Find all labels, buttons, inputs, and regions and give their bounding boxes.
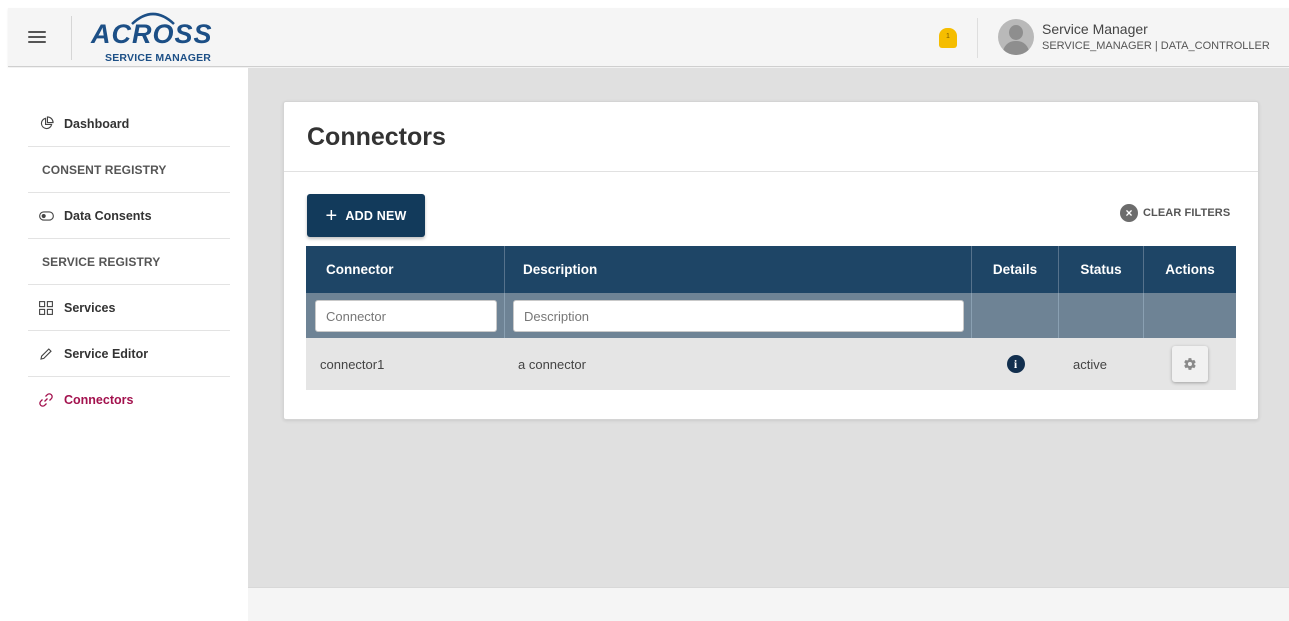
column-header-status[interactable]: Status	[1059, 246, 1144, 293]
footer	[248, 587, 1289, 621]
page-title: Connectors	[307, 123, 446, 151]
sidebar-section-label: SERVICE REGISTRY	[42, 254, 161, 269]
main-content: Connectors + ADD NEW × CLEAR FILTERS Con…	[248, 68, 1289, 587]
sidebar-section-consent-registry: CONSENT REGISTRY	[28, 147, 230, 193]
sidebar-item-service-editor[interactable]: Service Editor	[28, 331, 230, 377]
filter-cell-description: Description	[505, 293, 972, 338]
sidebar-section-label: CONSENT REGISTRY	[42, 162, 167, 177]
logo-subtext: SERVICE MANAGER	[105, 52, 212, 64]
description-filter-input[interactable]: Description	[513, 300, 964, 332]
sidebar-section-service-registry: SERVICE REGISTRY	[28, 239, 230, 285]
column-header-connector[interactable]: Connector	[306, 246, 505, 293]
column-header-description[interactable]: Description	[505, 246, 972, 293]
cell-status: active	[1073, 356, 1107, 372]
sidebar: Dashboard CONSENT REGISTRY Data Consents…	[8, 68, 248, 621]
app-root: ACROSS SERVICE MANAGER 1 Service Manager…	[0, 0, 1289, 621]
notification-count: 1	[946, 33, 950, 40]
filter-row: Connector Description	[306, 293, 1236, 338]
title-divider	[284, 171, 1258, 172]
sidebar-item-connectors[interactable]: Connectors	[28, 377, 230, 423]
filter-cell-status	[1059, 293, 1144, 338]
sidebar-item-label: Data Consents	[64, 208, 152, 223]
add-new-label: ADD NEW	[345, 208, 407, 223]
notification-button[interactable]: 1	[939, 28, 957, 48]
logo-text: ACROSS	[91, 19, 213, 49]
cell-actions	[1144, 338, 1236, 390]
top-bar: ACROSS SERVICE MANAGER 1 Service Manager…	[8, 8, 1289, 67]
add-new-button[interactable]: + ADD NEW	[307, 194, 425, 237]
info-icon[interactable]: i	[1006, 355, 1025, 373]
plus-icon: +	[325, 204, 338, 227]
cell-details: i	[972, 338, 1059, 390]
link-icon	[38, 392, 54, 408]
pencil-icon	[38, 346, 54, 362]
clear-filters-label: CLEAR FILTERS	[1143, 207, 1231, 219]
app-logo[interactable]: ACROSS SERVICE MANAGER	[88, 8, 228, 66]
filter-cell-connector: Connector	[306, 293, 505, 338]
sidebar-item-services[interactable]: Services	[28, 285, 230, 331]
connector-filter-input[interactable]: Connector	[315, 300, 497, 332]
sidebar-item-label: Services	[64, 300, 116, 315]
header-divider-right	[977, 18, 978, 58]
close-circle-icon: ×	[1120, 204, 1138, 222]
sidebar-item-data-consents[interactable]: Data Consents	[28, 193, 230, 239]
cell-connector: connector1	[320, 356, 385, 372]
user-roles: SERVICE_MANAGER | DATA_CONTROLLER	[1042, 40, 1270, 52]
row-settings-button[interactable]	[1172, 346, 1208, 382]
hamburger-icon[interactable]	[28, 28, 48, 46]
user-avatar-icon[interactable]	[998, 19, 1034, 55]
filter-cell-details	[972, 293, 1059, 338]
grid-icon	[38, 300, 54, 316]
table-header: Connector Description Details Status Act…	[306, 246, 1236, 293]
filter-cell-actions	[1144, 293, 1236, 338]
user-name[interactable]: Service Manager	[1042, 21, 1148, 37]
table-row: connector1 a connector i active	[306, 338, 1236, 390]
sidebar-item-dashboard[interactable]: Dashboard	[28, 101, 230, 147]
toggle-icon	[38, 208, 54, 224]
clear-filters-button[interactable]: × CLEAR FILTERS	[1120, 203, 1230, 223]
column-header-actions: Actions	[1165, 262, 1215, 277]
column-header-details: Details	[972, 246, 1059, 293]
header-divider	[71, 16, 72, 60]
sidebar-item-label: Connectors	[64, 393, 134, 407]
pie-chart-icon	[38, 116, 54, 132]
connectors-card: Connectors + ADD NEW × CLEAR FILTERS Con…	[283, 101, 1259, 420]
sidebar-item-label: Service Editor	[64, 346, 149, 361]
gear-icon	[1184, 358, 1196, 370]
cell-description: a connector	[518, 356, 586, 372]
sidebar-item-label: Dashboard	[64, 116, 130, 131]
